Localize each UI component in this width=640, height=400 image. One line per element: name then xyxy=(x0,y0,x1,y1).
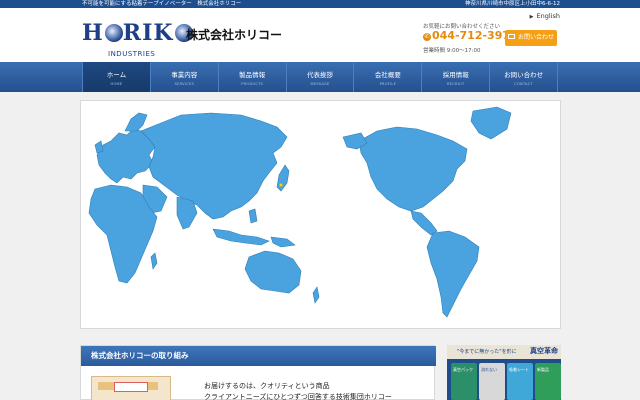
initiatives-section: 株式会社ホリコーの取り組み お届けするのは、クオリティという商品 クライアントニ… xyxy=(80,345,436,400)
site-header: H RIK INDUSTRIES 株式会社ホリコー ▶ English お気軽にお問… xyxy=(0,8,640,62)
banner-brand: 真空革命 xyxy=(530,347,558,355)
banner-package: 吸着シート xyxy=(507,363,533,400)
banner-package: 真空パック xyxy=(451,363,477,400)
map-south-america xyxy=(426,230,480,318)
japan-location-marker xyxy=(279,183,283,187)
map-north-america xyxy=(358,126,468,212)
map-scandinavia xyxy=(124,112,148,132)
map-europe xyxy=(96,128,156,184)
nav-item-home[interactable]: ホーム HOME xyxy=(82,62,150,92)
global-nav: ホーム HOME 事業内容 SERVICES 製品情報 PRODUCTS 代表挨… xyxy=(0,62,640,92)
logo-globe-icon xyxy=(104,24,123,42)
map-new-guinea xyxy=(270,236,296,248)
inquiry-button[interactable]: お問い合わせ xyxy=(505,30,557,46)
map-central-america xyxy=(410,210,438,236)
logo-subtitle: INDUSTRIES xyxy=(108,50,156,58)
phone-number[interactable]: ✆ 044-712-3971 xyxy=(423,29,518,42)
world-map-image xyxy=(88,106,512,318)
nav-item-products[interactable]: 製品情報 PRODUCTS xyxy=(217,62,286,92)
map-new-zealand xyxy=(312,286,320,304)
banner-package: 流れない xyxy=(479,363,505,400)
company-logo[interactable]: H RIK INDUSTRIES 株式会社ホリコー xyxy=(82,20,282,62)
nav-item-recruit[interactable]: 採用情報 RECRUIT xyxy=(421,62,489,92)
map-madagascar xyxy=(150,252,158,270)
english-link[interactable]: ▶ English xyxy=(530,12,560,20)
top-strip: 不可能を可能にする粘着テープイノベーター 株式会社ホリコー 神奈川県川崎市中原区… xyxy=(0,0,640,8)
nav-item-services[interactable]: 事業内容 SERVICES xyxy=(149,62,218,92)
map-japan xyxy=(276,164,290,192)
map-australia xyxy=(244,250,302,294)
mail-icon xyxy=(507,34,515,39)
nav-item-profile[interactable]: 会社概要 PROFILE xyxy=(353,62,421,92)
banner-package: 新製品 xyxy=(535,363,561,400)
map-indonesia xyxy=(212,228,270,246)
product-box-image xyxy=(91,376,171,400)
company-name: 株式会社ホリコー xyxy=(186,28,283,42)
nav-item-contact[interactable]: お問い合わせ CONTACT xyxy=(489,62,559,92)
vacuum-product-banner[interactable]: "今までに無かった"を形に 真空革命 真空パック 流れない 吸着シート 新製品 xyxy=(447,345,561,400)
world-map-panel xyxy=(80,100,561,329)
section-subtext: クライアントニーズにひとつずつ回答する技術集団ホリコー xyxy=(204,393,392,400)
logo-wordmark: H RIK xyxy=(82,20,193,46)
section-title: 株式会社ホリコーの取り組み xyxy=(81,346,436,366)
banner-header: "今までに無かった"を形に 真空革命 xyxy=(447,345,561,359)
business-hours: 営業時間 9:00〜17:00 xyxy=(423,48,481,54)
map-greenland xyxy=(470,106,512,140)
map-philippines xyxy=(248,208,258,224)
site-tagline: 不可能を可能にする粘着テープイノベーター 株式会社ホリコー xyxy=(82,1,242,7)
section-lead: お届けするのは、クオリティという商品 xyxy=(204,382,330,390)
map-uk xyxy=(94,140,104,154)
nav-item-message[interactable]: 代表挨拶 MESSAGE xyxy=(285,62,354,92)
triangle-right-icon: ▶ xyxy=(529,14,534,20)
phone-icon: ✆ xyxy=(423,33,431,41)
banner-tagline: "今までに無かった"を形に xyxy=(457,349,517,355)
company-address: 神奈川県川崎市中原区上小田中6-6-12 xyxy=(465,1,560,7)
product-box-label xyxy=(114,382,148,392)
